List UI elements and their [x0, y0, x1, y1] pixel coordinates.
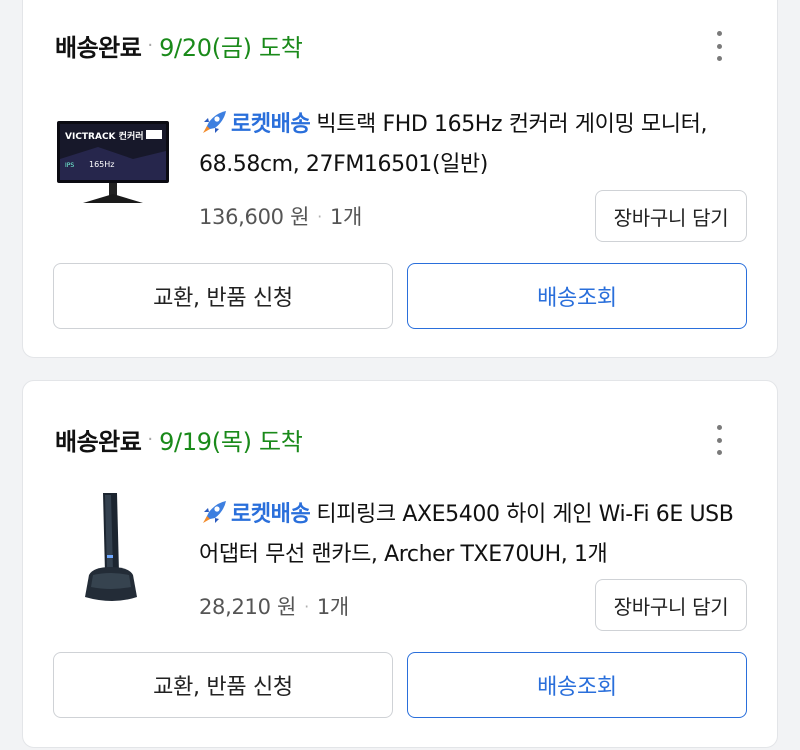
exchange-return-button[interactable]: 교환, 반품 신청	[53, 263, 393, 329]
add-to-cart-button[interactable]: 장바구니 담기	[595, 579, 747, 631]
order-header: 배송완료 · 9/20(금) 도착	[55, 25, 303, 65]
quantity: 1개	[329, 205, 363, 229]
product-image-monitor[interactable]: VICTRACK 컨커러 165Hz IPS	[53, 99, 173, 219]
rocket-icon	[203, 501, 226, 523]
price: 28,210 원	[199, 595, 297, 619]
price-separator: ·	[317, 206, 322, 226]
order-card: 배송완료 · 9/20(금) 도착 VICTRACK 컨커러 165Hz IPS…	[22, 0, 778, 358]
track-delivery-button[interactable]: 배송조회	[407, 652, 747, 718]
rocket-icon	[203, 111, 226, 133]
product-title[interactable]: 로켓배송 빅트랙 FHD 165Hz 컨커러 게이밍 모니터, 68.58cm, …	[199, 105, 759, 185]
delivery-status: 배송완료	[55, 33, 142, 62]
header-separator: ·	[147, 428, 154, 450]
arrival-date: 9/20(금) 도착	[159, 33, 303, 62]
price-row: 136,600 원 · 1개	[199, 201, 362, 231]
order-header: 배송완료 · 9/19(목) 도착	[55, 419, 303, 459]
thumb-brand-text: VICTRACK 컨커러	[65, 130, 144, 142]
quantity: 1개	[316, 595, 349, 619]
add-to-cart-button[interactable]: 장바구니 담기	[595, 190, 747, 242]
arrival-date: 9/19(목) 도착	[159, 427, 303, 456]
price: 136,600 원	[199, 205, 310, 229]
svg-text:IPS: IPS	[65, 162, 74, 169]
more-options-icon[interactable]	[707, 31, 731, 61]
price-separator: ·	[304, 596, 309, 616]
rocket-delivery-label: 로켓배송	[231, 502, 311, 527]
product-image-adapter[interactable]	[53, 491, 173, 611]
thumb-spec-text: 165Hz	[89, 160, 114, 169]
order-card: 배송완료 · 9/19(목) 도착 로켓배송 티피링크 AXE5400 하이 게인…	[22, 380, 778, 748]
product-title[interactable]: 로켓배송 티피링크 AXE5400 하이 게인 Wi-Fi 6E USB 어댑터 …	[199, 495, 759, 575]
more-options-icon[interactable]	[707, 425, 731, 455]
exchange-return-button[interactable]: 교환, 반품 신청	[53, 652, 393, 718]
delivery-status: 배송완료	[55, 427, 142, 456]
header-separator: ·	[147, 34, 154, 56]
rocket-delivery-label: 로켓배송	[231, 112, 311, 137]
price-row: 28,210 원 · 1개	[199, 591, 349, 621]
track-delivery-button[interactable]: 배송조회	[407, 263, 747, 329]
